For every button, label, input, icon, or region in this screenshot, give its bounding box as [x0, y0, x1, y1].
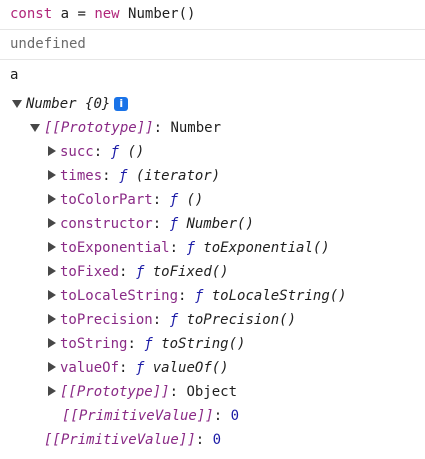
method-row[interactable]: succ: ƒ (): [48, 141, 425, 164]
keyword-const: const: [10, 6, 53, 22]
collapse-triangle-icon[interactable]: [48, 194, 56, 204]
expand-triangle-icon[interactable]: [12, 100, 22, 108]
function-symbol: ƒ: [110, 144, 120, 160]
separator: :: [119, 264, 136, 280]
code-text: Number(): [119, 6, 196, 22]
collapse-triangle-icon[interactable]: [48, 338, 56, 348]
info-icon[interactable]: i: [114, 97, 129, 111]
function-signature: (): [119, 144, 145, 160]
separator: :: [153, 120, 171, 136]
function-signature: valueOf(): [144, 360, 229, 376]
separator: :: [93, 144, 111, 160]
method-name: toExponential: [60, 240, 170, 256]
method-row[interactable]: toLocaleString: ƒ toLocaleString(): [48, 285, 425, 308]
function-signature: Number(): [178, 216, 254, 232]
method-name: toColorPart: [60, 192, 153, 208]
separator: :: [169, 240, 187, 256]
method-row[interactable]: toPrecision: ƒ toPrecision(): [48, 309, 425, 332]
function-signature: toPrecision(): [178, 312, 297, 328]
method-row[interactable]: toColorPart: ƒ (): [48, 189, 425, 212]
collapse-triangle-icon[interactable]: [48, 266, 56, 276]
method-row[interactable]: toString: ƒ toString(): [48, 333, 425, 356]
method-row[interactable]: toExponential: ƒ toExponential(): [48, 237, 425, 260]
collapse-triangle-icon[interactable]: [48, 314, 56, 324]
function-signature: toFixed(): [144, 264, 229, 280]
separator: :: [213, 408, 231, 424]
method-name: toPrecision: [60, 312, 153, 328]
console-input-line: const a = new Number(): [10, 3, 425, 26]
separator: :: [102, 168, 120, 184]
primitive-value: 0: [230, 408, 240, 424]
separator: :: [178, 288, 195, 304]
prototype-value: Number: [170, 120, 222, 136]
method-name: succ: [60, 144, 94, 160]
function-symbol: ƒ: [186, 240, 195, 256]
prototype-value: Object: [186, 384, 238, 400]
function-signature: (iterator): [127, 168, 221, 184]
collapse-triangle-icon[interactable]: [48, 146, 56, 156]
function-symbol: ƒ: [169, 192, 179, 208]
prototype-key: [[Prototype]]: [44, 120, 154, 136]
collapse-triangle-icon[interactable]: [48, 170, 56, 180]
method-name: toLocaleString: [60, 288, 179, 304]
collapse-triangle-icon[interactable]: [48, 290, 56, 300]
method-name: toString: [60, 336, 128, 352]
prototype-row[interactable]: [[Prototype]]: Number: [30, 117, 425, 140]
console-input-entry: const a = new Number(): [0, 0, 425, 30]
keyword-new: new: [94, 6, 120, 22]
prototype-key: [[Prototype]]: [60, 384, 170, 400]
console-output-undefined: undefined: [10, 36, 86, 52]
console-input-line: a: [10, 64, 425, 87]
primitive-value: 0: [212, 432, 222, 448]
collapse-triangle-icon[interactable]: [48, 386, 56, 396]
separator: :: [169, 384, 187, 400]
console-object-entry: a Number {0} i [[Prototype]]: Number succ…: [0, 60, 425, 459]
collapse-triangle-icon[interactable]: [48, 218, 56, 228]
method-name: valueOf: [60, 360, 120, 376]
outer-primitive-row: [[PrimitiveValue]]: 0: [44, 429, 425, 452]
code-text: a: [10, 67, 19, 83]
separator: :: [195, 432, 213, 448]
function-signature: toLocaleString(): [203, 288, 347, 304]
function-symbol: ƒ: [169, 216, 179, 232]
console-output-entry: undefined: [0, 30, 425, 60]
separator: :: [152, 192, 170, 208]
inner-primitive-row: [[PrimitiveValue]]: 0: [62, 405, 425, 428]
collapse-triangle-icon[interactable]: [48, 242, 56, 252]
method-row[interactable]: toFixed: ƒ toFixed(): [48, 261, 425, 284]
primitive-key: [[PrimitiveValue]]: [44, 432, 196, 448]
function-symbol: ƒ: [144, 336, 153, 352]
method-name: times: [60, 168, 103, 184]
function-signature: toExponential(): [194, 240, 330, 256]
method-name: toFixed: [60, 264, 120, 280]
method-row[interactable]: times: ƒ (iterator): [48, 165, 425, 188]
method-row[interactable]: valueOf: ƒ valueOf(): [48, 357, 425, 380]
object-preview: {0}: [85, 96, 111, 112]
inner-prototype-row[interactable]: [[Prototype]]: Object: [48, 381, 425, 404]
separator: :: [152, 216, 170, 232]
collapse-triangle-icon[interactable]: [48, 362, 56, 372]
method-row[interactable]: constructor: ƒ Number(): [48, 213, 425, 236]
separator: :: [119, 360, 136, 376]
separator: :: [152, 312, 170, 328]
function-signature: (): [178, 192, 204, 208]
expand-triangle-icon[interactable]: [30, 124, 40, 132]
separator: :: [127, 336, 145, 352]
function-symbol: ƒ: [169, 312, 179, 328]
object-root-row[interactable]: Number {0} i: [12, 93, 425, 116]
method-name: constructor: [60, 216, 153, 232]
primitive-key: [[PrimitiveValue]]: [62, 408, 214, 424]
object-type-label: Number: [26, 96, 86, 112]
function-signature: toString(): [152, 336, 246, 352]
code-text: a =: [52, 6, 95, 22]
